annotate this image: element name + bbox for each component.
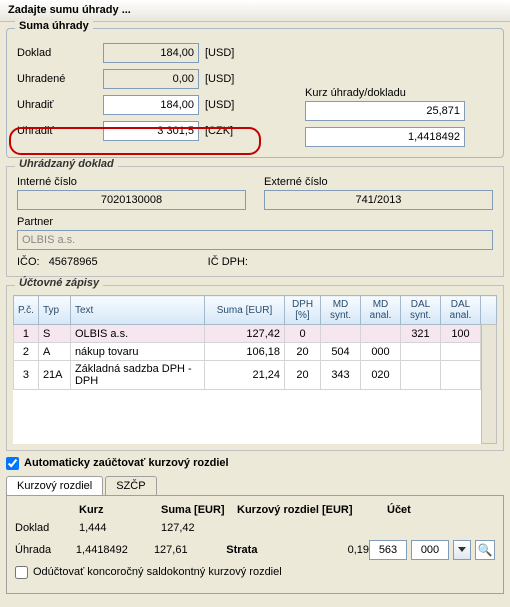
th-pc[interactable]: P.č. [14,296,39,325]
kr-uhrada-suma: 127,61 [154,544,226,556]
kr-ucet-dropdown[interactable] [453,540,471,560]
table-zapisy[interactable]: P.č. Typ Text Suma [EUR] DPH [%] MD synt… [13,295,497,444]
field-uhradit-usd[interactable] [103,95,199,115]
label-interne-cislo: Interné číslo [17,176,246,188]
checkbox-auto-kurzovy-rozdiel[interactable]: Automaticky zaúčtovať kurzový rozdiel [6,457,504,470]
unit-uhradit-czk: [CZK] [205,125,243,137]
legend-uhradzany-doklad: Uhrádzaný doklad [15,158,118,170]
kr-header-kr-eur: [EUR] [322,504,353,516]
kr-strata-value: 0,19 [348,544,369,556]
table-row[interactable]: 321AZákladná sadzba DPH - DPH21,24203430… [14,361,497,390]
label-uhradit-czk: Uhradiť [17,125,103,137]
field-interne-cislo [17,190,246,210]
field-uhradene-usd [103,69,199,89]
label-uhradit-usd: Uhradiť [17,99,103,111]
th-mdanal[interactable]: MD anal. [361,296,401,325]
label-icdph: IČ DPH: [208,256,248,268]
kr-strata-label: Strata [226,544,257,556]
table-scrollbar[interactable] [481,324,497,444]
table-row[interactable]: 1SOLBIS a.s.127,420321100 [14,325,497,343]
th-mdsynt[interactable]: MD synt. [321,296,361,325]
field-doklad-usd [103,43,199,63]
th-suma[interactable]: Suma [EUR] [205,296,285,325]
th-dph[interactable]: DPH [%] [285,296,321,325]
tabpanel-kurzovy-rozdiel: Kurz Suma [EUR] Kurzový rozdiel [EUR] Úč… [6,495,504,594]
kr-header-ucet: Účet [387,504,495,516]
checkbox-auto-kurzovy-rozdiel-input[interactable] [6,457,19,470]
window-titlebar: Zadajte sumu úhrady ... [0,0,510,22]
th-text[interactable]: Text [70,296,204,325]
label-doklad: Doklad [17,47,103,59]
checkbox-oductovat-saldo-input[interactable] [15,566,28,579]
label-externe-cislo: Externé číslo [264,176,493,188]
kr-header-kr: Kurzový rozdiel [237,504,319,516]
chevron-down-icon [458,547,466,552]
field-externe-cislo [264,190,493,210]
table-row [14,390,497,408]
label-ico: IČO: [17,256,40,268]
legend-uctovne-zapisy: Účtovné zápisy [15,277,103,289]
tab-kurzovy-rozdiel[interactable]: Kurzový rozdiel [6,476,103,495]
field-uhradit-czk[interactable] [103,121,199,141]
th-typ[interactable]: Typ [38,296,70,325]
unit-doklad: [USD] [205,47,243,59]
field-partner [17,230,493,250]
tabs: Kurzový rozdiel SZČP [6,476,504,495]
table-row[interactable]: 2Anákup tovaru106,1820504000 [14,343,497,361]
kr-ucet-synt[interactable] [369,540,407,560]
checkbox-oductovat-saldo[interactable]: Odúčtovať koncoročný saldokontný kurzový… [15,566,495,579]
field-kurz2[interactable] [305,127,465,147]
field-kurz1[interactable] [305,101,465,121]
label-uhradene: Uhradené [17,73,103,85]
kr-header-suma-eur: [EUR] [194,504,225,516]
group-uhradzany-doklad: Uhrádzaný doklad Interné číslo Externé č… [6,166,504,277]
label-kurz-uhrady: Kurz úhrady/dokladu [305,87,493,99]
th-dalsynt[interactable]: DAL synt. [401,296,441,325]
kr-header-kurz: Kurz [79,504,161,516]
kr-uhrada-label: Úhrada [15,544,76,556]
group-uctovne-zapisy: Účtovné zápisy P.č. Typ Text Suma [EUR] … [6,285,504,451]
kr-doklad-label: Doklad [15,522,79,534]
tab-szcp[interactable]: SZČP [105,476,156,495]
kr-doklad-suma: 127,42 [161,522,237,534]
kr-header-suma: Suma [161,504,191,516]
unit-uhradit-usd: [USD] [205,99,243,111]
search-icon: 🔍 [478,543,493,557]
th-scroll [481,296,497,325]
kr-ucet-lookup[interactable]: 🔍 [475,540,495,560]
checkbox-oductovat-saldo-label: Odúčtovať koncoročný saldokontný kurzový… [33,566,282,578]
value-ico: 45678965 [49,256,98,268]
th-dalanal[interactable]: DAL anal. [441,296,481,325]
checkbox-auto-kurzovy-rozdiel-label: Automaticky zaúčtovať kurzový rozdiel [24,457,229,469]
table-row [14,408,497,426]
group-suma-uhrady: Suma úhrady Doklad [USD] Uhradené [USD] … [6,28,504,158]
kr-doklad-kurz: 1,444 [79,522,161,534]
legend-suma-uhrady: Suma úhrady [15,20,93,32]
kr-uhrada-kurz: 1,4418492 [76,544,154,556]
unit-uhradene: [USD] [205,73,243,85]
window-title: Zadajte sumu úhrady ... [8,4,131,16]
label-partner: Partner [17,216,493,228]
table-row [14,426,497,444]
kr-ucet-anal[interactable] [411,540,449,560]
